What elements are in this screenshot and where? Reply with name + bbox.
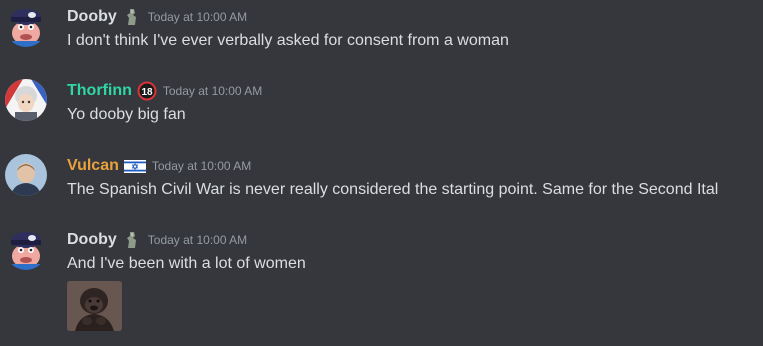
statue-icon (122, 7, 142, 27)
username[interactable]: Vulcan (67, 156, 119, 176)
avatar[interactable] (5, 228, 47, 270)
age-18-badge-icon: 18 (137, 81, 157, 101)
message: Vulcan Today at 10:00 AM The Spanish Civ… (0, 149, 763, 219)
message-header: Dooby Today at 10:00 AM (67, 5, 247, 29)
message-text: I don't think I've ever verbally asked f… (67, 32, 509, 49)
message-header: Thorfinn 18 Today at 10:00 AM (67, 79, 262, 103)
message-text: The Spanish Civil War is never really co… (67, 181, 719, 198)
timestamp[interactable]: Today at 10:00 AM (148, 10, 247, 24)
message: Thorfinn 18 Today at 10:00 AM Yo dooby b… (0, 74, 763, 144)
timestamp[interactable]: Today at 10:00 AM (148, 233, 247, 247)
timestamp[interactable]: Today at 10:00 AM (152, 159, 251, 173)
avatar[interactable] (5, 154, 47, 196)
chat-message-list: Dooby Today at 10:00 AM I don't think I'… (0, 0, 763, 346)
message-text: Yo dooby big fan (67, 106, 186, 123)
timestamp[interactable]: Today at 10:00 AM (163, 84, 262, 98)
gorilla-image (67, 281, 122, 331)
username[interactable]: Dooby (67, 7, 117, 27)
age-badge-text: 18 (141, 87, 153, 98)
avatar[interactable] (5, 5, 47, 47)
image-attachment[interactable] (67, 281, 122, 331)
avatar[interactable] (5, 79, 47, 121)
username[interactable]: Thorfinn (67, 81, 132, 101)
israel-flag-icon (123, 156, 146, 176)
message-header: Dooby Today at 10:00 AM (67, 228, 247, 252)
message-header: Vulcan Today at 10:00 AM (67, 154, 251, 178)
username[interactable]: Dooby (67, 230, 117, 250)
statue-icon (122, 230, 142, 250)
message: Dooby Today at 10:00 AM I don't think I'… (0, 0, 763, 70)
message-text: And I've been with a lot of women (67, 255, 306, 272)
